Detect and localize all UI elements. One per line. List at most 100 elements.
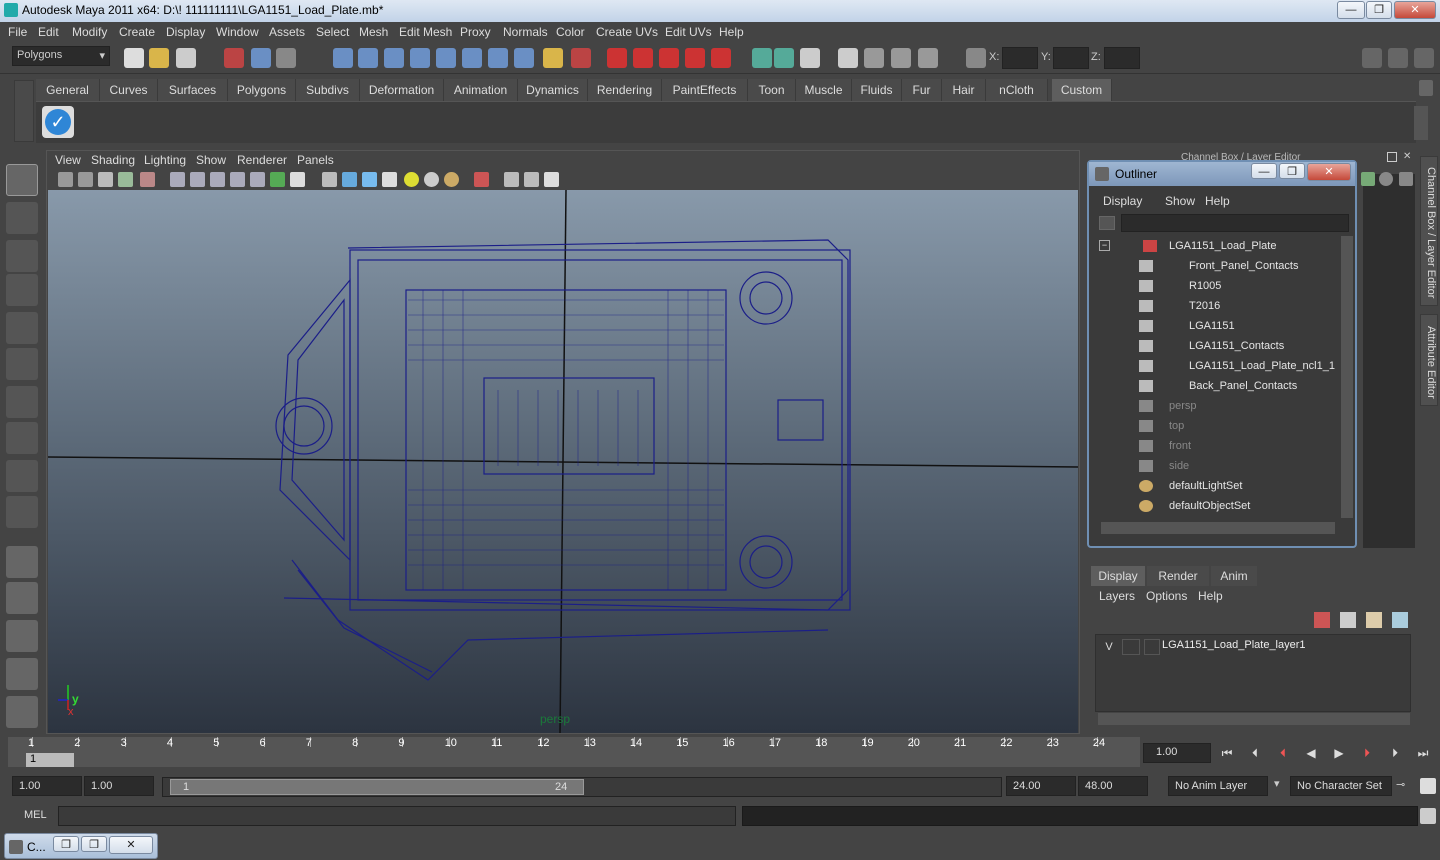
minimize-button[interactable]: —: [1337, 1, 1365, 19]
list-item[interactable]: T2016: [1095, 296, 1335, 316]
play-forwards-icon[interactable]: ▶: [1330, 746, 1348, 762]
trash-icon[interactable]: [1419, 80, 1433, 96]
question-icon[interactable]: [514, 48, 534, 68]
minimized-restore-button[interactable]: ❐: [53, 836, 79, 852]
list-item[interactable]: Back_Panel_Contacts: [1095, 376, 1335, 396]
menu-edit-uvs[interactable]: Edit UVs: [665, 25, 712, 39]
menu-edit[interactable]: Edit: [38, 25, 59, 39]
layer-row[interactable]: V LGA1151_Load_Plate_layer1: [1096, 637, 1412, 657]
panel-float-icon[interactable]: [1387, 152, 1397, 162]
step-forward-frame-icon[interactable]: ⏵: [1386, 746, 1404, 762]
open-scene-icon[interactable]: [149, 48, 169, 68]
list-item[interactable]: front: [1095, 436, 1335, 456]
snap-point-icon[interactable]: [659, 48, 679, 68]
move-layer-down-icon[interactable]: [1340, 612, 1356, 628]
auto-key-icon[interactable]: ⊸: [1396, 778, 1405, 791]
layer-menu-help[interactable]: Help: [1198, 589, 1223, 603]
tab-general[interactable]: General: [36, 79, 100, 101]
render-view-icon[interactable]: [838, 48, 858, 68]
viewport-menu-shading[interactable]: Shading: [91, 153, 135, 167]
menu-set-selector[interactable]: Polygons ▾: [12, 46, 110, 66]
all-lights-icon[interactable]: [424, 172, 439, 187]
menu-modify[interactable]: Modify: [72, 25, 107, 39]
resolution-gate-icon[interactable]: [210, 172, 225, 187]
save-scene-icon[interactable]: [176, 48, 196, 68]
move-tool-icon[interactable]: [6, 274, 38, 306]
tab-muscle[interactable]: Muscle: [796, 79, 852, 101]
shelf-scroll[interactable]: [1414, 106, 1428, 140]
image-plane-icon[interactable]: [118, 172, 133, 187]
field-chart-icon[interactable]: [250, 172, 265, 187]
output-ops-icon[interactable]: [774, 48, 794, 68]
layout-single-pane-icon[interactable]: [6, 546, 38, 578]
close-button[interactable]: ✕: [1394, 1, 1436, 19]
minimized-window[interactable]: C... ❐ ❐ ✕: [4, 833, 158, 859]
go-to-start-icon[interactable]: ⏮: [1218, 746, 1236, 762]
tab-polygons[interactable]: Polygons: [228, 79, 296, 101]
xray-joints-icon[interactable]: [524, 172, 539, 187]
tab-toon[interactable]: Toon: [748, 79, 796, 101]
ipr-render-icon[interactable]: [891, 48, 911, 68]
isolate-select-icon[interactable]: [474, 172, 489, 187]
default-light-icon[interactable]: [404, 172, 419, 187]
mask-icon-7[interactable]: [488, 48, 508, 68]
mask-icon-6[interactable]: [462, 48, 482, 68]
filter-toggle-icon[interactable]: [1099, 216, 1115, 230]
snap-grid-icon[interactable]: [607, 48, 627, 68]
input-line-icon[interactable]: [966, 48, 986, 68]
mask-icon-2[interactable]: [358, 48, 378, 68]
rotate-tool-icon[interactable]: [6, 312, 38, 344]
viewport-menu-show[interactable]: Show: [196, 153, 226, 167]
viewport-menu-lighting[interactable]: Lighting: [144, 153, 186, 167]
tab-anim[interactable]: Anim: [1211, 566, 1257, 586]
time-slider[interactable]: 1 1 2 3 4 5 6 7 8 9 10 11 12 13 14 15 16 17 18 19 20 21 22 23 2…: [8, 737, 1140, 767]
tab-render[interactable]: Render: [1147, 566, 1209, 586]
perspective-viewport[interactable]: y x persp: [48, 190, 1078, 733]
list-item[interactable]: side: [1095, 456, 1335, 476]
channel-box-icon-3[interactable]: [1399, 172, 1413, 186]
tab-animation[interactable]: Animation: [444, 79, 518, 101]
menu-file[interactable]: File: [8, 25, 27, 39]
grid-icon[interactable]: [170, 172, 185, 187]
z-coord-field[interactable]: [1104, 47, 1140, 69]
go-to-end-icon[interactable]: ⏭: [1414, 746, 1432, 762]
layer-type-toggle[interactable]: [1122, 639, 1140, 655]
outliner-menu-display[interactable]: Display: [1103, 194, 1142, 208]
menu-proxy[interactable]: Proxy: [460, 25, 491, 39]
minimized-close-button[interactable]: ✕: [109, 836, 153, 854]
tab-rendering[interactable]: Rendering: [588, 79, 662, 101]
panel-close-icon[interactable]: ✕: [1403, 152, 1415, 164]
two-d-pan-zoom-icon[interactable]: [140, 172, 155, 187]
film-gate-icon[interactable]: [190, 172, 205, 187]
viewport-menu-renderer[interactable]: Renderer: [237, 153, 287, 167]
layout-hypershade-icon[interactable]: [6, 696, 38, 728]
lasso-tool-icon[interactable]: [6, 202, 38, 234]
animation-end-field[interactable]: 48.00: [1078, 776, 1148, 796]
tab-fur[interactable]: Fur: [902, 79, 942, 101]
mask-icon-3[interactable]: [384, 48, 404, 68]
side-tab-attribute-editor[interactable]: Attribute Editor: [1420, 314, 1438, 406]
layer-color-swatch[interactable]: [1144, 639, 1160, 655]
outliner-filter-input[interactable]: [1121, 214, 1349, 232]
layer-menu-options[interactable]: Options: [1146, 589, 1187, 603]
layout-outliner-persp-icon[interactable]: [6, 620, 38, 652]
snap-select-icon[interactable]: [571, 48, 591, 68]
step-forward-key-icon[interactable]: ⏵: [1358, 746, 1376, 762]
layout-four-pane-icon[interactable]: [6, 582, 38, 614]
side-tab-channel-box[interactable]: Channel Box / Layer Editor: [1420, 156, 1438, 306]
step-back-key-icon[interactable]: ⏴: [1274, 746, 1292, 762]
anim-layer-select[interactable]: No Anim Layer: [1168, 776, 1268, 796]
tab-hair[interactable]: Hair: [942, 79, 986, 101]
maximize-button[interactable]: ❐: [1366, 1, 1392, 19]
render-current-icon[interactable]: [864, 48, 884, 68]
xray-icon[interactable]: [504, 172, 519, 187]
shelf-options-menu[interactable]: [14, 80, 34, 142]
tab-curves[interactable]: Curves: [100, 79, 158, 101]
soft-modification-icon[interactable]: [6, 422, 38, 454]
show-manipulator-icon[interactable]: [6, 460, 38, 492]
gate-mask-icon[interactable]: [230, 172, 245, 187]
y-coord-field[interactable]: [1053, 47, 1089, 69]
safe-action-icon[interactable]: [270, 172, 285, 187]
viewport-menu-view[interactable]: View: [55, 153, 81, 167]
layout-graph-persp-icon[interactable]: [6, 658, 38, 690]
